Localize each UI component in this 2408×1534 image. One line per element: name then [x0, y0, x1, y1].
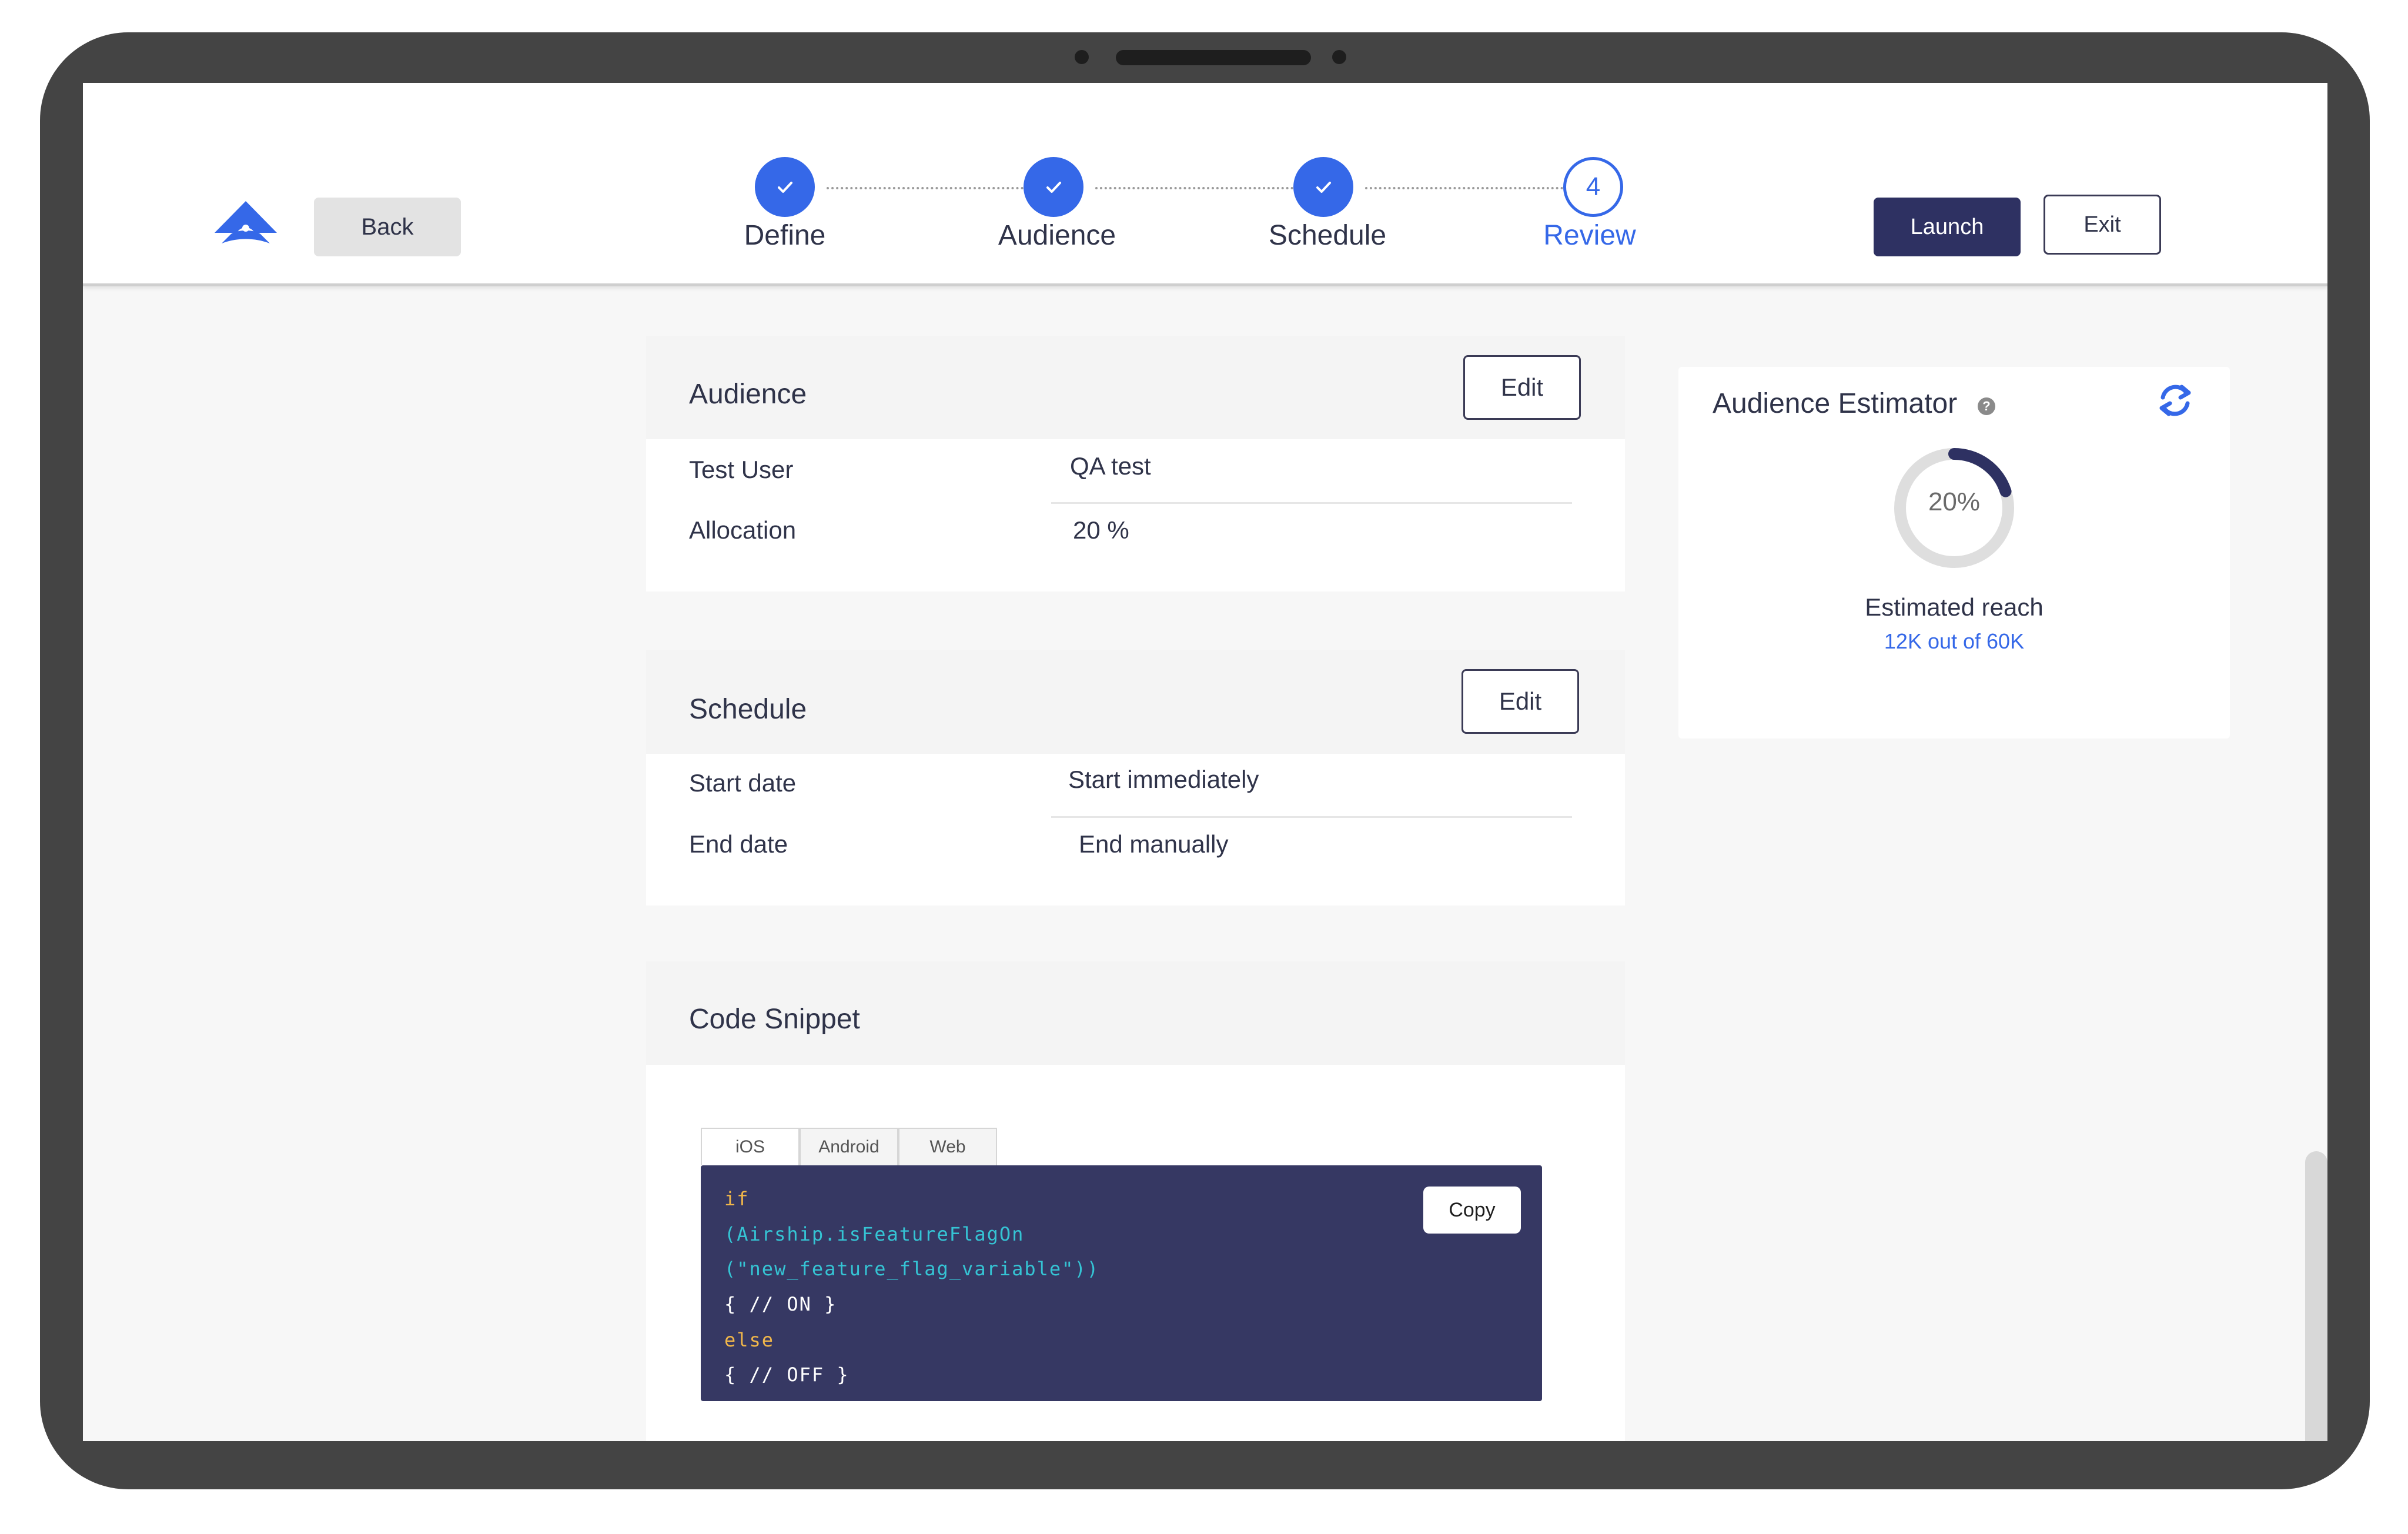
- step-schedule-check-icon[interactable]: [1293, 157, 1353, 217]
- step-audience-check-icon[interactable]: [1024, 157, 1083, 217]
- tab-web[interactable]: Web: [898, 1128, 997, 1165]
- step-label-define[interactable]: Define: [697, 219, 873, 252]
- audience-card: Audience Edit Test User QA test Allocati…: [646, 336, 1625, 591]
- row-divider: [1051, 816, 1572, 818]
- sensor-dot-icon: [1332, 50, 1346, 64]
- code-line: else: [724, 1329, 775, 1351]
- audience-card-title: Audience: [689, 379, 807, 410]
- test-user-label: Test User: [689, 456, 794, 483]
- camera-dot-icon: [1075, 50, 1089, 64]
- code-line: { // ON }: [724, 1293, 837, 1315]
- test-user-value: QA test: [1070, 452, 1151, 480]
- edit-schedule-button[interactable]: Edit: [1461, 669, 1579, 734]
- code-line: ("new_feature_flag_variable")): [724, 1258, 1099, 1280]
- schedule-card-title: Schedule: [689, 694, 807, 725]
- back-button[interactable]: Back: [314, 198, 461, 256]
- scrollbar[interactable]: [2305, 1151, 2327, 1441]
- end-date-value: End manually: [1079, 830, 1229, 858]
- audience-card-header: Audience Edit: [646, 336, 1625, 439]
- allocation-label: Allocation: [689, 516, 797, 544]
- speaker-grille: [1116, 50, 1311, 65]
- code-snippet-card: Code Snippet iOS Android Web if (Airship…: [646, 961, 1625, 1441]
- reach-percent: 20%: [1928, 487, 1981, 516]
- audience-estimator-panel: Audience Estimator ? 20% Estimated reach…: [1678, 367, 2230, 738]
- end-date-label: End date: [689, 830, 788, 858]
- code-snippet-header: Code Snippet: [646, 961, 1625, 1065]
- code-line: (Airship.isFeatureFlagOn: [724, 1223, 1025, 1245]
- check-icon: [1316, 182, 1331, 193]
- code-line: if: [724, 1188, 750, 1210]
- launch-button[interactable]: Launch: [1874, 198, 2021, 256]
- estimated-reach-label: Estimated reach: [1865, 593, 2044, 621]
- step-connector: [1365, 187, 1563, 189]
- schedule-card: Schedule Edit Start date Start immediate…: [646, 650, 1625, 905]
- step-label-audience[interactable]: Audience: [969, 219, 1145, 252]
- step-label-review[interactable]: Review: [1501, 219, 1678, 252]
- app-screen: Back 4 Define Audience Schedule Review L…: [83, 83, 2327, 1441]
- tab-android[interactable]: Android: [800, 1128, 898, 1165]
- step-review-marker[interactable]: 4: [1563, 157, 1623, 217]
- exit-button[interactable]: Exit: [2044, 195, 2161, 255]
- top-header: Back 4 Define Audience Schedule Review L…: [83, 83, 2327, 286]
- platform-tabs: iOS Android Web: [701, 1128, 997, 1165]
- step-define-check-icon[interactable]: [755, 157, 815, 217]
- code-snippet-title: Code Snippet: [689, 1004, 860, 1035]
- estimated-reach-value: 12K out of 60K: [1884, 629, 2025, 653]
- code-block[interactable]: if (Airship.isFeatureFlagOn ("new_featur…: [701, 1165, 1542, 1401]
- edit-audience-button[interactable]: Edit: [1463, 355, 1581, 420]
- start-date-label: Start date: [689, 769, 797, 797]
- tab-ios[interactable]: iOS: [701, 1128, 800, 1165]
- step-connector: [827, 187, 1024, 189]
- airship-logo-icon[interactable]: [213, 199, 278, 246]
- check-icon: [1046, 182, 1061, 193]
- estimator-title: Audience Estimator: [1713, 388, 1958, 419]
- check-icon: [778, 182, 792, 193]
- help-icon[interactable]: ?: [1978, 397, 1995, 415]
- step-connector: [1095, 187, 1293, 189]
- step-label-schedule[interactable]: Schedule: [1239, 219, 1416, 252]
- start-date-value: Start immediately: [1068, 766, 1259, 793]
- code-line: { // OFF }: [724, 1363, 850, 1386]
- row-divider: [1051, 502, 1572, 504]
- allocation-value: 20 %: [1073, 516, 1129, 544]
- copy-button[interactable]: Copy: [1423, 1187, 1521, 1234]
- schedule-card-header: Schedule Edit: [646, 650, 1625, 754]
- refresh-icon[interactable]: [2155, 380, 2196, 421]
